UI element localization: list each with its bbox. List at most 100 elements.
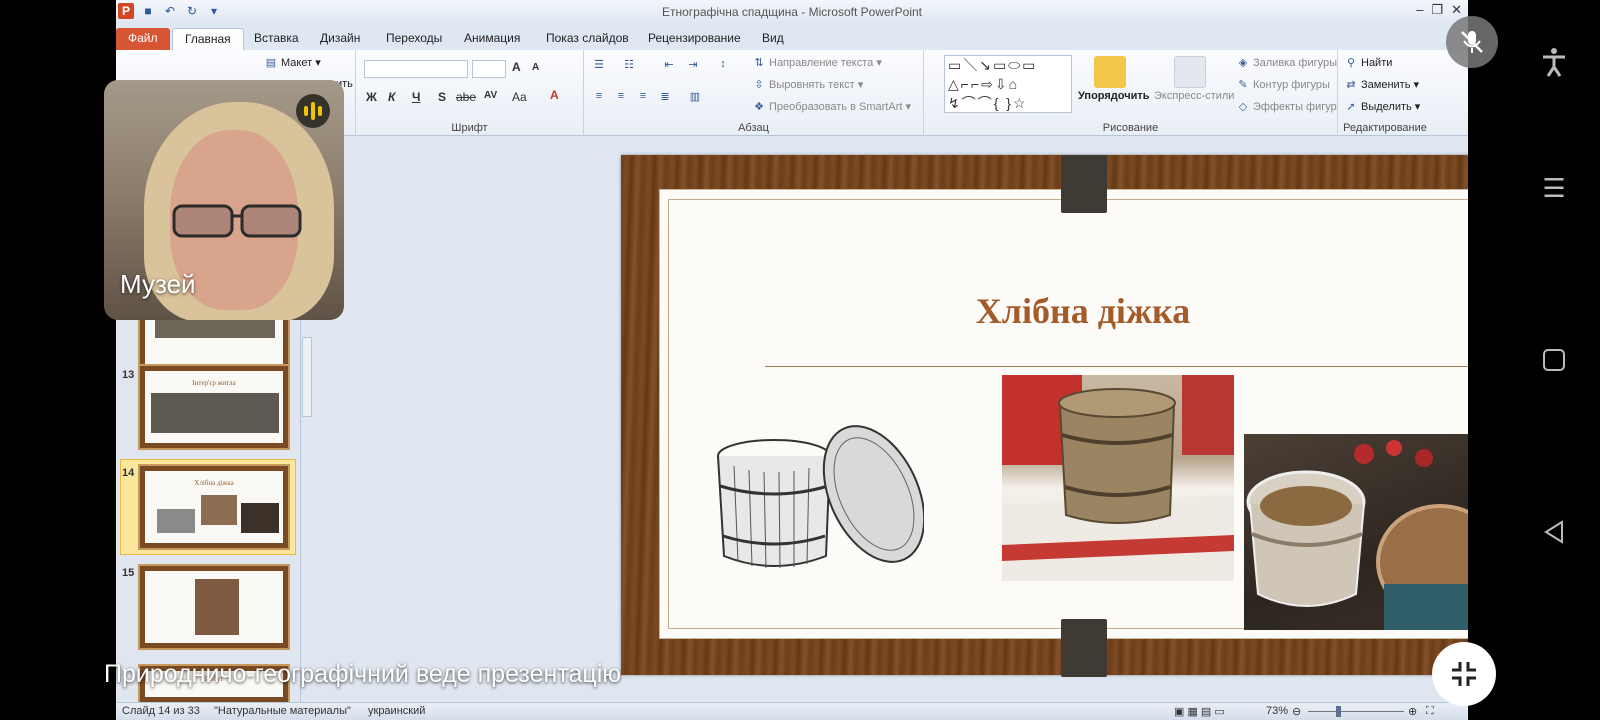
text-direction-icon: ⇅ [754,57,764,69]
top-clip [1061,155,1107,213]
align-center-button[interactable]: ≡ [614,90,631,102]
title-bar: P ■ ↶ ↻ ▾ Етнографічна спадщина - Micros… [116,0,1468,24]
line-spacing-button[interactable]: ↕ [716,58,733,70]
slide-title[interactable]: Хлібна діжка [660,290,1468,332]
font-group: A A Ж К Ч S abe AV Aa A Шрифт [356,50,584,136]
cursor-icon: ➚ [1346,101,1356,113]
underline-button[interactable]: Ч [412,90,420,104]
thumbnail-title: Інтер'єр житла [192,379,236,387]
zoom-out-icon[interactable]: ⊖ [1292,705,1301,718]
slide-number: 13 [122,369,135,381]
decrease-indent-icon: ⇤ [664,59,674,71]
align-left-button[interactable]: ≡ [592,90,609,102]
numbering-button[interactable]: ☷ [622,58,639,71]
font-group-label: Шрифт [451,122,488,134]
quick-styles-button[interactable]: Экспресс-стили [1154,90,1234,102]
align-text-button[interactable]: ⇳ Выровнять текст ▾ [752,78,863,91]
participant-video-tile[interactable]: Музей [104,80,344,320]
text-direction-button[interactable]: ⇅ Направление текста ▾ [752,56,881,69]
dizhka-sketch-image[interactable] [714,416,924,576]
thumbnail-title: Хлібна діжка [194,479,234,487]
grow-font-button[interactable]: A [512,60,521,74]
tab-file[interactable]: Файл [116,28,170,50]
tab-view[interactable]: Вид [750,28,796,50]
align-center-icon: ≡ [617,90,625,102]
paragraph-group: ☰ ☷ ⇤ ⇥ ↕ ≡ ≡ ≡ ≣ ▥ ⇅ Направление текста … [584,50,924,136]
increase-indent-button[interactable]: ⇥ [686,58,703,71]
minimize-share-button[interactable] [1432,642,1496,706]
recent-apps-icon[interactable] [1536,342,1572,378]
shape-fill-button[interactable]: ◈ Заливка фигуры [1236,56,1337,69]
slide-editor: Хлібна діжка [316,137,1468,702]
close-icon[interactable]: ✕ [1451,2,1462,18]
select-button[interactable]: ➚ Выделить ▾ [1344,100,1420,113]
mic-muted-button[interactable] [1446,16,1498,68]
decrease-indent-button[interactable]: ⇤ [662,58,679,71]
convert-smartart-button[interactable]: ❖ Преобразовать в SmartArt ▾ [752,100,911,113]
restore-icon[interactable]: ❐ [1431,2,1443,18]
align-right-button[interactable]: ≡ [636,90,653,102]
binoculars-icon: ⚲ [1346,57,1356,69]
bullets-button[interactable]: ☰ [592,58,609,71]
shrink-font-button[interactable]: A [532,62,539,73]
align-left-icon: ≡ [595,90,603,102]
window-controls: – ❐ ✕ [1416,2,1462,18]
slide-thumbnail-15[interactable] [138,564,290,650]
slides-pane-scrollbar[interactable] [302,337,312,417]
theme-name[interactable]: "Натуральные материалы" [214,705,351,717]
justify-button[interactable]: ≣ [658,90,675,103]
zoom-in-icon[interactable]: ⊕ [1408,705,1417,718]
tab-home[interactable]: Главная [172,28,244,50]
italic-button[interactable]: К [388,90,395,104]
shapes-gallery[interactable]: ▭＼↘▭⬭▭ △⌐⌐⇨⇩⌂ ↯⌒⌒{ }☆ [944,55,1072,113]
shadow-button[interactable]: S [438,90,446,104]
font-name-combo[interactable] [364,60,468,78]
pen-outline-icon: ✎ [1238,79,1248,91]
replace-icon: ⇄ [1346,79,1356,91]
replace-button[interactable]: ⇄ Заменить ▾ [1344,78,1419,91]
menu-icon[interactable]: ☰ [1536,170,1572,206]
bottom-clip [1061,619,1107,677]
columns-button[interactable]: ▥ [688,90,705,103]
fit-to-window-icon[interactable]: ⛶ [1426,705,1434,718]
shape-effects-button[interactable]: ◇ Эффекты фигур [1236,100,1337,113]
ribbon-tabs: Файл Главная Вставка Дизайн Переходы Ани… [116,24,1468,50]
arrange-button[interactable]: Упорядочить [1078,90,1150,102]
mic-off-icon [1461,31,1483,53]
screen: P ■ ↶ ↻ ▾ Етнографічна спадщина - Micros… [0,0,1600,720]
window-title: Етнографічна спадщина - Microsoft PowerP… [661,5,923,19]
participant-name: Музей [120,269,196,299]
char-spacing-button[interactable]: AV [484,90,497,101]
numbering-icon: ☷ [624,59,634,71]
change-case-button[interactable]: Aa [512,90,527,104]
current-slide[interactable]: Хлібна діжка [621,155,1468,677]
presenter-caption: Природничо-географічний веде презентацію [104,660,622,688]
tab-animation[interactable]: Анимация [452,28,532,50]
tab-design[interactable]: Дизайн [308,28,372,50]
bold-button[interactable]: Ж [366,90,377,104]
zoom-level[interactable]: 73% [1266,705,1288,717]
minimize-icon[interactable]: – [1416,2,1423,18]
wooden-dizhka-photo[interactable] [1002,375,1234,581]
layout-button[interactable]: ▤ Макет ▾ [264,56,321,69]
editing-group-label: Редактирование [1343,122,1427,134]
zoom-slider[interactable] [1308,711,1404,712]
font-color-button[interactable]: A [550,88,559,102]
slide-thumbnail-14[interactable]: Хлібна діжка [138,464,290,550]
tab-slideshow[interactable]: Показ слайдов [534,28,641,50]
slide-thumbnail-13[interactable]: Інтер'єр житла [138,364,290,450]
dizhka-with-lid-photo[interactable] [1244,434,1468,630]
tab-insert[interactable]: Вставка [242,28,311,50]
tab-review[interactable]: Рецензирование [636,28,753,50]
justify-icon: ≣ [660,91,670,103]
back-icon[interactable] [1536,514,1572,550]
accessibility-icon[interactable] [1536,44,1572,80]
find-button[interactable]: ⚲ Найти [1344,56,1392,69]
strikethrough-button[interactable]: abe [456,90,476,104]
language-indicator[interactable]: украинский [368,705,425,717]
font-size-combo[interactable] [472,60,506,78]
shape-outline-button[interactable]: ✎ Контур фигуры [1236,78,1330,91]
tab-transitions[interactable]: Переходы [374,28,454,50]
view-buttons[interactable]: ▣ ▦ ▤ ▭ [1174,705,1225,718]
zoom-slider-thumb[interactable] [1336,706,1341,717]
